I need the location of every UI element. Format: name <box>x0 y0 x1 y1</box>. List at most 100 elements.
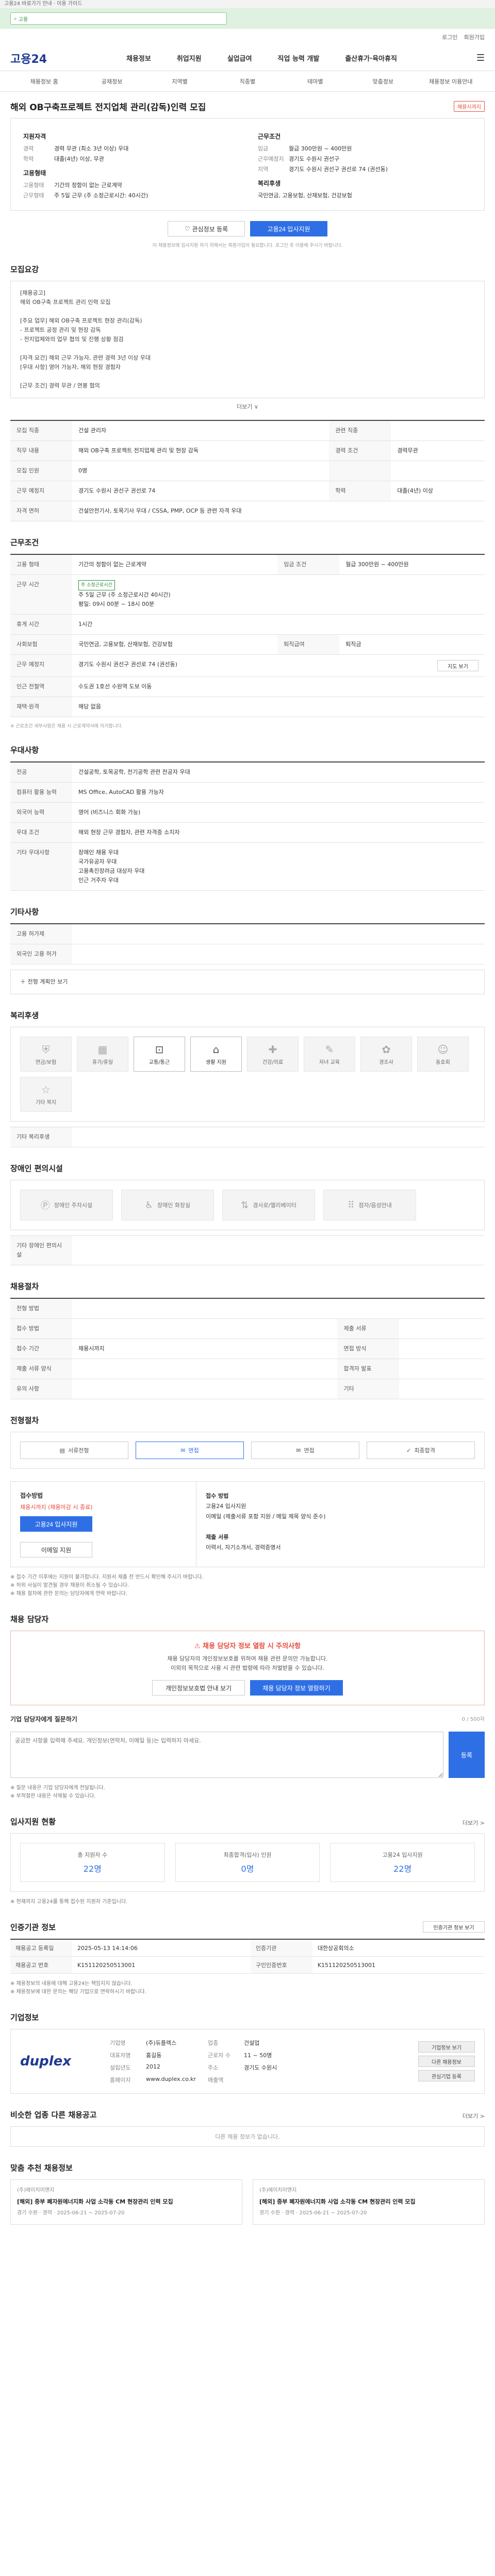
section-title: 기업정보 <box>10 2013 39 2022</box>
disability-grid: Ⓟ 장애인 주차시설 ♿ 장애인 화장실 ⇅ 경사로/엘리베이터 ⠿ 점자/음성안내 <box>10 1180 485 1230</box>
similar-empty: 다른 채용 정보가 없습니다. <box>10 2126 485 2147</box>
site-logo[interactable]: 고용24 <box>10 50 47 66</box>
subnav-item[interactable]: 테마별 <box>282 77 349 86</box>
summary-heading: 근무조건 <box>258 133 281 140</box>
benefit-card: ⛨ 연금/보험 <box>20 1037 72 1072</box>
process-step: ✉ 면접 <box>136 1442 244 1459</box>
qna-textarea[interactable] <box>10 1732 443 1778</box>
other-table: 고용 허가제 외국인 고용 허가 <box>10 923 485 964</box>
cert-info-button[interactable]: 인증기관 정보 보기 <box>423 1921 485 1933</box>
cert-table: 채용공고 등록일 2025-05-13 14:14:06 인증기관 대한상공회의소 채… <box>10 1939 485 1974</box>
stat-card: 총 지원자 수 22명 <box>20 1843 165 1882</box>
section-title: 맞춤 추천 채용정보 <box>10 2163 73 2173</box>
gift-icon: ✿ <box>382 1043 391 1056</box>
check-icon: ✓ <box>406 1447 411 1454</box>
plus-icon: ＋ <box>20 978 26 985</box>
people-icon: ☺ <box>437 1043 449 1056</box>
qna-submit-button[interactable]: 등록 <box>449 1732 485 1778</box>
subnav-item[interactable]: 채용정보 이용안내 <box>417 77 485 86</box>
process-step: ✉ 면접 <box>251 1442 359 1459</box>
global-search-input[interactable]: ⌕ 고용 <box>10 12 227 25</box>
summary-heading: 지원자격 <box>23 133 46 140</box>
stats-more-link[interactable]: 더보기 > <box>463 1819 485 1827</box>
section-title: 기타사항 <box>10 907 39 917</box>
more-toggle[interactable]: 더보기 ∨ <box>10 398 485 415</box>
job-title: 해외 OB구축프로젝트 전지업체 관리(감독)인력 모집 <box>10 103 206 113</box>
braille-icon: ⠿ <box>348 1199 355 1211</box>
section-title: 입사지원 현황 <box>10 1817 56 1826</box>
graduation-icon: ✎ <box>325 1043 334 1056</box>
company-jobs-button[interactable]: 다른 채용정보 <box>418 2056 475 2067</box>
top-banner: 고용24 바로가기 안내 · 이용 가이드 <box>0 0 495 8</box>
process-step: ▤ 서류전형 <box>20 1442 128 1459</box>
apply-online-button[interactable]: 고용24 입사지원 <box>20 1516 92 1532</box>
utility-links: 로그인 회원가입 <box>0 29 495 45</box>
view-contact-button[interactable]: 채용 담당자 정보 열람하기 <box>250 1680 343 1696</box>
section-title: 우대사항 <box>10 745 39 755</box>
job-card[interactable]: (주)에이치이앤지 [해외] 중부 폐자원에너지화 사업 소각동 CM 현장관리… <box>253 2179 485 2225</box>
login-link[interactable]: 로그인 <box>442 33 457 41</box>
heart-icon: ♡ <box>184 225 190 232</box>
section-title: 복리후생 <box>10 1011 39 1020</box>
benefit-card: ✿ 경조사 <box>360 1037 412 1072</box>
process-steps: ▤ 서류전형 ✉ 면접 ✉ 면접 ✓ 최종합격 <box>10 1432 485 1469</box>
interest-button[interactable]: ♡ 관심정보 등록 <box>168 221 245 236</box>
preference-table: 전공 건설공학, 토목공학, 전기공학 관련 전공자 우대 컴퓨터 활용 능력 MS… <box>10 761 485 891</box>
bus-icon: ⊡ <box>155 1043 164 1056</box>
subnav-item[interactable]: 직종별 <box>213 77 281 86</box>
contact-warning: ⚠ 채용 담당자 정보 열람 시 주의사항 채용 담당자의 개인정보보호를 위하… <box>10 1631 485 1705</box>
chat-icon: ✉ <box>296 1447 301 1454</box>
subnav-item[interactable]: 맞춤정보 <box>349 77 417 86</box>
medical-icon: ✚ <box>268 1043 277 1056</box>
apply-box: 접수방법 채용시까지 (채용마감 시 종료) 고용24 입사지원 이메일 지원 … <box>10 1481 485 1567</box>
sub-nav: 채용정보 홈 공채정보 지역별 직종별 테마별 맞춤정보 채용정보 이용안내 <box>0 71 495 92</box>
nav-item[interactable]: 직업 능력 개발 <box>278 53 320 63</box>
section-title: 채용절차 <box>10 1282 39 1291</box>
job-card[interactable]: (주)에이치이앤지 [해외] 중부 폐자원에너지화 사업 소각동 CM 현장관리… <box>10 2179 242 2225</box>
main-nav: 채용정보 취업지원 실업급여 직업 능력 개발 출산휴가·육아휴직 <box>126 53 397 63</box>
search-icon: ⌕ <box>14 15 17 22</box>
restroom-icon: ♿ <box>144 1199 153 1211</box>
conditions-note: ※ 근로조건 세부사항은 채용 시 근로계약서에 의거합니다. <box>10 724 123 729</box>
section-title: 전형절차 <box>10 1416 39 1425</box>
apply-button[interactable]: 고용24 입사지원 <box>250 221 327 236</box>
facility-card: ⇅ 경사로/엘리베이터 <box>222 1190 315 1221</box>
benefit-card: ☺ 동호회 <box>417 1037 469 1072</box>
recommended-list: (주)에이치이앤지 [해외] 중부 폐자원에너지화 사업 소각동 CM 현장관리… <box>10 2179 485 2225</box>
menu-icon[interactable]: ☰ <box>476 53 485 63</box>
map-button[interactable]: 지도 보기 <box>437 660 478 671</box>
apply-deadline: 채용시까지 (채용마감 시 종료) <box>20 1504 93 1511</box>
company-logo: duplex <box>20 2054 72 2069</box>
nav-item[interactable]: 취업지원 <box>177 53 202 63</box>
nav-item[interactable]: 출산휴가·육아휴직 <box>345 53 397 63</box>
subnav-item[interactable]: 채용정보 홈 <box>10 77 78 86</box>
similar-more-link[interactable]: 더보기 > <box>463 2112 485 2120</box>
recruit-body: [채용공고] 해외 OB구축 프로젝트 관리 인력 모집 [주요 업무] 해외 … <box>10 281 485 398</box>
shield-icon: ⛨ <box>42 1043 50 1056</box>
benefit-card: ▦ 휴가/휴일 <box>77 1037 128 1072</box>
benefit-card: ✎ 자녀 교육 <box>304 1037 355 1072</box>
qna-form: 등록 <box>10 1732 485 1778</box>
nav-item[interactable]: 채용정보 <box>126 53 151 63</box>
summary-heading: 복리후생 <box>258 180 281 187</box>
warning-icon: ⚠ <box>194 1642 201 1650</box>
stat-card: 최종합격(입사) 인원 0명 <box>175 1843 320 1882</box>
company-info-button[interactable]: 기업정보 보기 <box>418 2041 475 2053</box>
privacy-guide-button[interactable]: 개인정보보호법 안내 보기 <box>152 1680 245 1696</box>
section-title: 비슷한 업종 다른 채용공고 <box>10 2110 97 2120</box>
nav-item[interactable]: 실업급여 <box>227 53 252 63</box>
apply-stats: 총 지원자 수 22명 최종합격(입사) 인원 0명 고용24 입사지원 22명 <box>10 1833 485 1892</box>
section-title: 근무조건 <box>10 538 39 547</box>
subnav-item[interactable]: 공채정보 <box>78 77 145 86</box>
stat-card: 고용24 입사지원 22명 <box>330 1843 475 1882</box>
apply-email-button[interactable]: 이메일 지원 <box>20 1542 92 1557</box>
plan-box: ＋ 전형 계획안 보기 <box>10 970 485 994</box>
signup-link[interactable]: 회원가입 <box>464 33 485 41</box>
plan-link[interactable]: 전형 계획안 보기 <box>28 978 68 985</box>
subnav-item[interactable]: 지역별 <box>146 77 213 86</box>
section-title: 채용 담당자 <box>10 1615 49 1624</box>
company-fields: 기업명 (주)듀플렉스 업종 건설업 대표자명 홍길동 근로자 수 11 ~ 50명 설… <box>110 2040 277 2083</box>
company-follow-button[interactable]: 관심기업 등록 <box>418 2070 475 2081</box>
top-search-bar: ⌕ 고용 <box>0 8 495 29</box>
company-box: duplex 기업명 (주)듀플렉스 업종 건설업 대표자명 홍길동 근로자 수 11 … <box>10 2029 485 2094</box>
